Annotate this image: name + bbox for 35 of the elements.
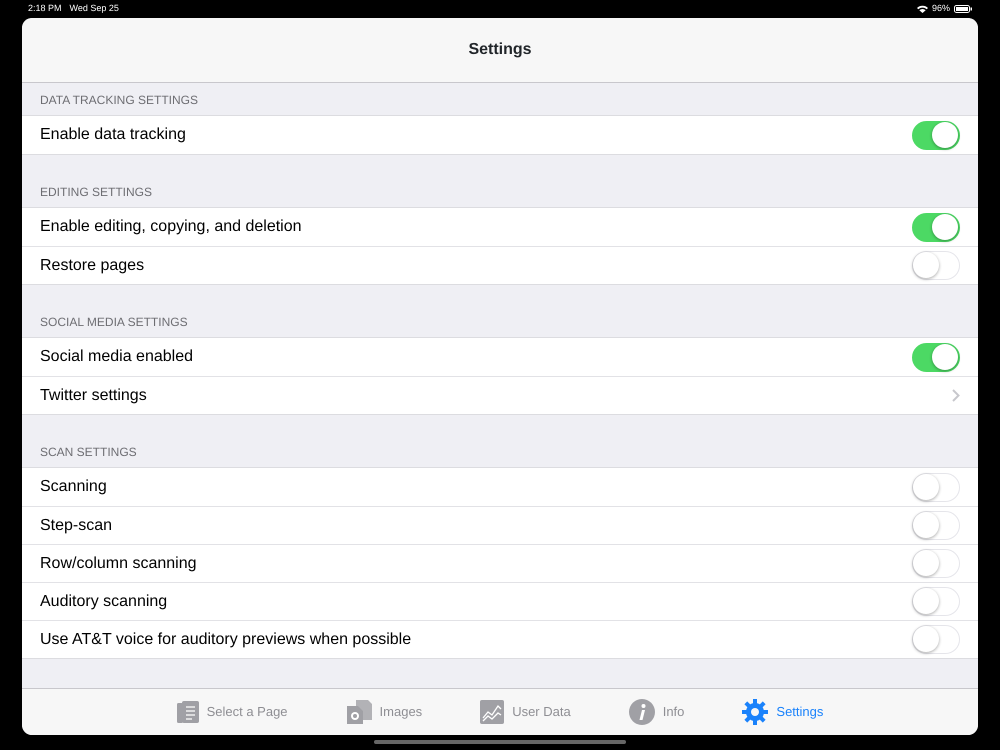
battery-percentage: 96% xyxy=(932,2,950,16)
toggle-switch[interactable] xyxy=(912,212,960,242)
row-label: Restore pages xyxy=(40,256,144,276)
info-icon xyxy=(628,699,655,725)
battery-icon xyxy=(954,5,972,13)
section-header: DATA TRACKING SETTINGS xyxy=(40,92,198,109)
row-label: Row/column scanning xyxy=(40,554,197,574)
tab-item[interactable]: Select a Page xyxy=(176,689,288,735)
chevron-right-icon xyxy=(952,389,960,402)
section-header: EDITING SETTINGS xyxy=(40,184,152,201)
row-label: Enable editing, copying, and deletion xyxy=(40,217,302,237)
home-indicator[interactable] xyxy=(374,740,626,744)
navigation-title: Settings xyxy=(468,40,532,60)
tab-item[interactable]: User Data xyxy=(480,689,571,735)
disclosure-row[interactable]: Twitter settings xyxy=(22,376,978,414)
section-header: SOCIAL MEDIA SETTINGS xyxy=(40,314,188,331)
camera-document-icon xyxy=(346,699,372,725)
tab-item[interactable]: Images xyxy=(346,689,422,735)
row-label: Social media enabled xyxy=(40,347,193,367)
wifi-icon xyxy=(916,5,928,13)
document-icon xyxy=(176,700,199,724)
row-label: Step-scan xyxy=(40,516,112,536)
settings-icon xyxy=(742,699,768,725)
toggle-switch[interactable] xyxy=(912,120,960,150)
tab-item[interactable]: Settings xyxy=(742,689,824,735)
row-label: Use AT&T voice for auditory previews when possible xyxy=(40,630,412,650)
row-label: Scanning xyxy=(40,477,107,497)
tab-item[interactable]: Info xyxy=(628,689,684,735)
row-label: Auditory scanning xyxy=(40,592,168,612)
row-label: Enable data tracking xyxy=(40,125,186,145)
toggle-switch[interactable] xyxy=(912,342,960,372)
status-date: Wed Sep 25 xyxy=(70,2,119,16)
section-header: SCAN SETTINGS xyxy=(40,444,137,461)
status-time: 2:18 PM xyxy=(28,2,62,16)
line-chart-icon xyxy=(480,700,504,724)
